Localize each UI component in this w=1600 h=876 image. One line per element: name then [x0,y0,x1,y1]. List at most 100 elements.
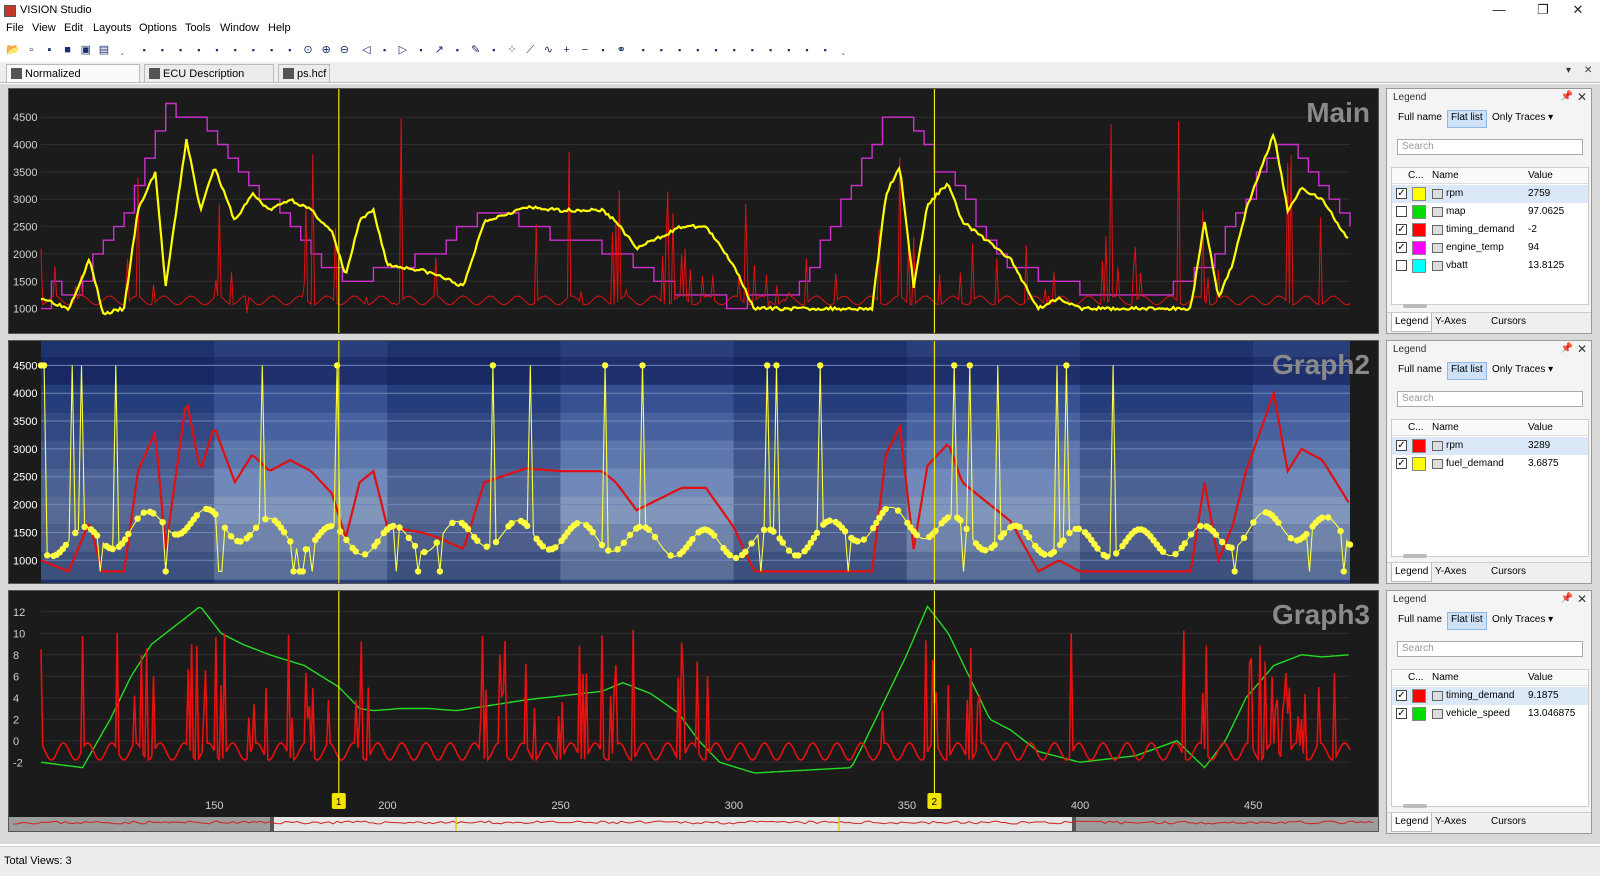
save-as-icon[interactable]: ▣ [79,43,93,57]
table-icon[interactable]: ▪ [137,43,151,57]
legend-row[interactable]: vbatt 13.8125 [1392,257,1588,275]
minimize-button[interactable]: — [1476,0,1522,22]
remove-icon[interactable]: − [578,43,592,57]
unlink-icon[interactable]: ▪ [636,43,650,57]
zoom-next-icon[interactable]: ▪ [782,43,796,57]
full-name-button[interactable]: Full name [1395,612,1445,628]
overflow-icon[interactable]: ˯ [115,43,129,57]
trace-icon[interactable]: ▪ [228,43,242,57]
trace-color-swatch[interactable] [1412,241,1426,255]
close-icon[interactable]: ✕ [1577,592,1587,606]
pen-icon[interactable]: ✎ [469,43,483,57]
line-icon[interactable]: ⟋ [523,43,537,57]
column-value[interactable]: Value [1528,672,1553,683]
column-color[interactable]: C... [1408,672,1424,683]
column-name[interactable]: Name [1432,672,1459,683]
tab-cursors[interactable]: Cursors [1491,566,1526,577]
save-icon[interactable]: ■ [61,43,75,57]
menu-window[interactable]: Window [220,22,259,34]
zoom-selection-icon[interactable]: ▪ [818,43,832,57]
legend-row[interactable]: ✓ vehicle_speed 13.046875 [1392,705,1588,723]
only-traces-dropdown[interactable]: Only Traces ▾ [1489,362,1556,378]
legend-row[interactable]: ✓ fuel_demand 3.6875 [1392,455,1588,473]
trace-color-swatch[interactable] [1412,457,1426,471]
close-icon[interactable]: ✕ [1577,90,1587,104]
marker-icon[interactable]: ▪ [378,43,392,57]
trace-color-swatch[interactable] [1412,223,1426,237]
trace-color-swatch[interactable] [1412,205,1426,219]
trace-color-swatch[interactable] [1412,439,1426,453]
legend-row[interactable]: ✓ timing_demand -2 [1392,221,1588,239]
new-file-icon[interactable]: ▫ [24,43,38,57]
grid-toggle-icon[interactable]: ▪ [487,43,501,57]
copy-view-icon[interactable]: ▪ [192,43,206,57]
graph3-plot[interactable]: 121086420-2150 200 250 300 350 400 4501 2 [9,591,1379,832]
menu-view[interactable]: View [32,22,56,34]
tab-cursors[interactable]: Cursors [1491,316,1526,327]
ruler-icon[interactable]: ▪ [691,43,705,57]
chart-icon[interactable]: ↗ [432,43,446,57]
menu-tools[interactable]: Tools [185,22,211,34]
tab-cursors[interactable]: Cursors [1491,816,1526,827]
tab-y-axes[interactable]: Y-Axes [1435,816,1466,827]
close-icon[interactable]: ✕ [1577,342,1587,356]
menu-file[interactable]: File [6,22,24,34]
open-folder-icon[interactable]: 📂 [6,43,20,57]
close-button[interactable]: ✕ [1555,0,1600,22]
column-color[interactable]: C... [1408,422,1424,433]
link-icon[interactable]: ⚭ [614,43,628,57]
menu-layouts[interactable]: Layouts [93,22,132,34]
legend-scrollbar[interactable] [1391,301,1589,311]
full-name-button[interactable]: Full name [1395,362,1445,378]
menu-options[interactable]: Options [139,22,177,34]
tab-ecu-description[interactable]: ECU Description File.a2l [144,64,274,98]
add-icon[interactable]: + [560,43,574,57]
wave-icon[interactable]: ∿ [541,43,555,57]
axis-icon[interactable]: ▪ [596,43,610,57]
graph-main[interactable]: 4500 4000 3500 3000 2500 2000 1500 1000 Main [8,88,1379,334]
print-icon[interactable]: ▪ [283,43,297,57]
cursor-icon[interactable]: ▪ [210,43,224,57]
zoom-reset-icon[interactable]: ▪ [800,43,814,57]
tab-legend[interactable]: Legend [1391,813,1433,832]
legend-search-input[interactable]: Search [1397,641,1583,657]
trace-color-swatch[interactable] [1412,187,1426,201]
tab-y-axes[interactable]: Y-Axes [1435,316,1466,327]
graph-2[interactable]: 4500 4000 3500 3000 2500 2000 1500 1000 Graph2 [8,340,1379,584]
trace-checkbox[interactable]: ✓ [1396,242,1407,253]
close-tab-icon[interactable]: ✕ [1584,65,1592,76]
zoom-prev-icon[interactable]: ▪ [764,43,778,57]
zoom-x-icon[interactable]: ▪ [709,43,723,57]
graph2-plot[interactable]: 4500 4000 3500 3000 2500 2000 1500 1000 [9,341,1379,584]
column-value[interactable]: Value [1528,422,1553,433]
column-color[interactable]: C... [1408,170,1424,181]
legend-scrollbar[interactable] [1391,801,1589,811]
step-back-icon[interactable]: ◁ [359,43,373,57]
legend-row[interactable]: ✓ rpm 3289 [1392,437,1588,455]
trace-color-swatch[interactable] [1412,707,1426,721]
trace-checkbox[interactable]: ✓ [1396,458,1407,469]
main-plot[interactable]: 4500 4000 3500 3000 2500 2000 1500 1000 [9,89,1379,334]
tab-legend[interactable]: Legend [1391,563,1433,582]
flat-list-button[interactable]: Flat list [1447,362,1487,380]
graph-3[interactable]: 12 10 8 6 4 2 0 -2 150 200 250 300 350 400 450 1 2 Graph… [8,590,1379,832]
scroll-thumb[interactable] [1403,554,1427,558]
scroll-thumb[interactable] [1403,804,1427,808]
zoom-y-icon[interactable]: ▪ [727,43,741,57]
chart-select-icon[interactable]: ▪ [450,43,464,57]
legend-search-input[interactable]: Search [1397,391,1583,407]
flat-list-button[interactable]: Flat list [1447,110,1487,128]
export-icon[interactable]: ▪ [246,43,260,57]
column-name[interactable]: Name [1432,422,1459,433]
close-file-icon[interactable]: ▪ [42,43,56,57]
menu-help[interactable]: Help [268,22,291,34]
zoom-all-icon[interactable]: ▪ [745,43,759,57]
column-name[interactable]: Name [1432,170,1459,181]
expand-icon[interactable]: ▪ [673,43,687,57]
trace-color-swatch[interactable] [1412,259,1426,273]
tab-list-icon[interactable]: ▾ [1566,65,1571,76]
trace-checkbox[interactable]: ✓ [1396,440,1407,451]
select-region-icon[interactable]: ▪ [654,43,668,57]
legend-row[interactable]: map 97.0625 [1392,203,1588,221]
scatter-icon[interactable]: ⁘ [505,43,519,57]
